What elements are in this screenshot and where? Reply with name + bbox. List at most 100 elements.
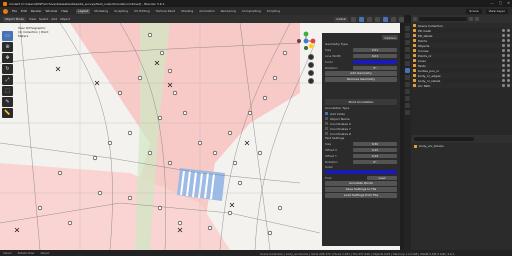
line-width-field[interactable]: 0.01 [353, 53, 397, 58]
remove-geometry-button[interactable]: Remove Geometry [325, 77, 397, 82]
new-collection-icon[interactable] [475, 17, 479, 21]
annotate-tool-icon[interactable]: ✎ [2, 97, 13, 107]
orientation-selector[interactable]: Global [334, 16, 348, 22]
snap-icon[interactable] [359, 16, 364, 22]
text-size-field[interactable]: 0.50 [353, 141, 397, 146]
scene-properties-icon[interactable] [405, 54, 410, 59]
menu-file[interactable]: File [12, 9, 17, 13]
mode-selector[interactable]: Object Mode [3, 16, 26, 22]
properties-object-row[interactable]: body_arc_blocks [411, 143, 512, 149]
text-rotation-field[interactable]: 0° [353, 159, 397, 164]
visibility-icons[interactable] [502, 64, 510, 67]
offset-x-field[interactable]: 0.15 [353, 147, 397, 152]
menu-edit[interactable]: Edit [21, 9, 27, 13]
modifier-properties-icon[interactable] [405, 75, 410, 80]
menu-render[interactable]: Render [31, 9, 42, 13]
viewport-menu-select[interactable]: Select [39, 17, 48, 21]
checkbox-object-name[interactable] [325, 117, 328, 120]
annotate-points-button[interactable]: Annotate Points [325, 181, 397, 186]
material-icon[interactable] [405, 110, 410, 115]
close-button[interactable]: ✕ [507, 1, 510, 5]
visibility-icons[interactable] [502, 34, 510, 37]
minimize-button[interactable]: — [490, 1, 494, 5]
outliner-search-input[interactable] [419, 17, 467, 21]
view-layer-icon[interactable] [405, 47, 410, 52]
navigation-gizmo[interactable] [296, 31, 316, 51]
perspective-toggle-icon[interactable] [308, 78, 314, 84]
rotate-tool-icon[interactable]: ↻ [2, 64, 13, 74]
cursor-tool-icon[interactable]: ⊕ [2, 42, 13, 52]
shading-material-icon[interactable] [399, 16, 404, 22]
checkbox-coordinates-y[interactable] [325, 127, 328, 130]
visibility-icons[interactable] [502, 49, 510, 52]
load-font-button[interactable]: Load [367, 175, 397, 180]
tab-sculpting[interactable]: Sculpting [112, 9, 130, 14]
scene-selector[interactable]: Scene [466, 8, 482, 14]
proportional-edit-icon[interactable] [367, 16, 372, 22]
move-tool-icon[interactable]: ✥ [2, 53, 13, 63]
measure-tool-icon[interactable]: 📏 [2, 108, 13, 118]
pan-hand-icon[interactable] [308, 62, 314, 68]
scale-tool-icon[interactable]: ⤢ [2, 75, 13, 85]
object-properties-icon[interactable] [405, 68, 410, 73]
tab-animation[interactable]: Animation [197, 9, 216, 14]
geometry-color-swatch[interactable] [353, 59, 397, 64]
constraints-icon[interactable] [405, 96, 410, 101]
load-settings-button[interactable]: Load Settings from File [325, 193, 397, 198]
tab-uv-editing[interactable]: UV Editing [132, 9, 152, 14]
select-box-tool-icon[interactable]: ▭ [2, 31, 13, 41]
filter-icon[interactable] [469, 17, 473, 21]
annotation-color-swatch[interactable] [325, 170, 397, 174]
list-item[interactable]: Arc Path [411, 83, 512, 88]
visibility-icons[interactable] [502, 59, 510, 62]
overlay-icon[interactable] [375, 16, 380, 22]
visibility-icons[interactable] [502, 79, 510, 82]
tab-scripting[interactable]: Scripting [265, 9, 282, 14]
visibility-icons[interactable] [502, 54, 510, 57]
menu-help[interactable]: Help [61, 9, 68, 13]
tab-shading[interactable]: Shading [179, 9, 195, 14]
visibility-icons[interactable] [502, 29, 510, 32]
visibility-icons[interactable] [502, 74, 510, 77]
tab-layout[interactable]: Layout [76, 8, 91, 14]
data-properties-icon[interactable] [405, 103, 410, 108]
checkbox-coordinates-z[interactable] [325, 132, 328, 135]
geometry-rotation-field[interactable]: 0° [353, 65, 397, 70]
tool-properties-icon[interactable] [405, 26, 410, 31]
tab-texture-paint[interactable]: Texture Paint [154, 9, 177, 14]
options-button[interactable]: Options [382, 35, 398, 40]
visibility-icons[interactable] [502, 39, 510, 42]
pivot-icon[interactable] [351, 16, 356, 22]
physics-icon[interactable] [405, 89, 410, 94]
save-settings-button[interactable]: Save Settings to File [325, 187, 397, 192]
checkbox-add-index[interactable] [325, 112, 328, 115]
visibility-icons[interactable] [502, 84, 510, 87]
xray-icon[interactable] [383, 16, 388, 22]
point-annotation-title[interactable]: Point Annotation [325, 99, 397, 105]
viewport-menu-object[interactable]: Object [60, 17, 70, 21]
display-mode-icon[interactable] [413, 17, 417, 21]
maximize-button[interactable]: □ [499, 1, 502, 5]
camera-view-icon[interactable] [308, 70, 314, 76]
3d-viewport[interactable]: User Orthographic (1) Collection | Point… [0, 23, 404, 250]
output-properties-icon[interactable] [405, 40, 410, 45]
menu-window[interactable]: Window [46, 9, 58, 13]
visibility-icons[interactable] [502, 69, 510, 72]
blender-logo-icon[interactable] [3, 8, 8, 14]
add-geometry-button[interactable]: Add Geometry [325, 71, 397, 76]
tab-rendering[interactable]: Rendering [219, 9, 238, 14]
offset-y-field[interactable]: 0.15 [353, 153, 397, 158]
particles-icon[interactable] [405, 82, 410, 87]
viewport-menu-add[interactable]: Add [51, 17, 57, 21]
zoom-icon[interactable] [308, 54, 314, 60]
transform-tool-icon[interactable]: ⬚ [2, 86, 13, 96]
render-properties-icon[interactable] [405, 33, 410, 38]
viewport-menu-view[interactable]: View [29, 17, 36, 21]
checkbox-coordinates-x[interactable] [325, 122, 328, 125]
world-properties-icon[interactable] [405, 61, 410, 66]
visibility-icons[interactable] [502, 44, 510, 47]
shading-solid-icon[interactable] [391, 16, 396, 22]
tab-modeling[interactable]: Modeling [92, 9, 110, 14]
view-layer-selector[interactable]: View Layer [485, 8, 508, 14]
tab-compositing[interactable]: Compositing [240, 9, 263, 14]
